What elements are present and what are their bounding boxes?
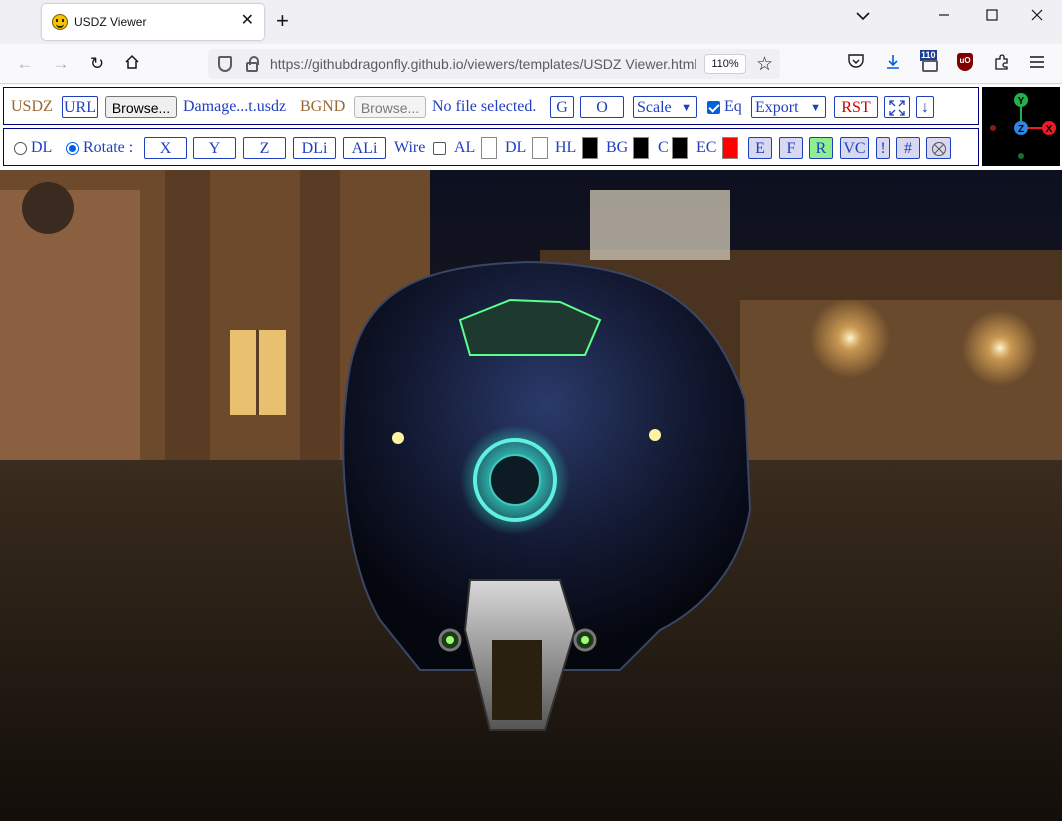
url-text[interactable]: https://githubdragonfly.github.io/viewer… <box>270 56 696 72</box>
back-icon[interactable]: ← <box>15 54 35 74</box>
expand-icon <box>889 100 905 116</box>
bang-button[interactable]: ! <box>876 137 890 159</box>
gizmo-y-label: Y <box>1018 96 1025 107</box>
gizmo-z-label: Z <box>1018 124 1024 135</box>
pocket-icon[interactable] <box>846 54 866 74</box>
close-window-icon[interactable] <box>1031 8 1043 26</box>
ublock-origin-icon[interactable]: uO <box>957 53 973 71</box>
c-label: C <box>658 139 669 156</box>
export-select-value: Export <box>755 99 799 116</box>
dl-color-swatch[interactable] <box>532 137 548 159</box>
nav-bar: ← → ↻ https://githubdragonfly.github.io/… <box>0 44 1062 84</box>
c-color-swatch[interactable] <box>672 137 688 159</box>
dli-button[interactable]: DLi <box>293 137 336 159</box>
extensions-puzzle-icon[interactable] <box>992 54 1012 74</box>
hl-color-swatch[interactable] <box>582 137 598 159</box>
tab-strip: USDZ Viewer ✕ + <box>0 0 1062 44</box>
home-icon[interactable] <box>122 54 142 74</box>
bgnd-browse-button[interactable]: Browse... <box>354 96 426 118</box>
eq-checkbox[interactable] <box>707 101 720 114</box>
dl-radio-label: DL <box>31 139 53 156</box>
usdz-browse-button[interactable]: Browse... <box>105 96 177 118</box>
new-tab-icon[interactable]: + <box>276 10 289 32</box>
zoom-level[interactable]: 110% <box>704 54 746 74</box>
hl-label: HL <box>555 139 577 156</box>
scale-select-value: Scale <box>637 99 672 116</box>
al-color-swatch[interactable] <box>481 137 497 159</box>
dl-radio[interactable] <box>14 142 27 155</box>
rotate-radio-label: Rotate : <box>83 139 134 156</box>
bgnd-label: BGND <box>300 98 346 115</box>
page-content: USDZ URL Browse... Damage...t.usdz BGND … <box>0 85 1062 821</box>
g-button[interactable]: G <box>550 96 574 118</box>
hash-button[interactable]: # <box>896 137 920 159</box>
bookmark-star-icon[interactable]: ☆ <box>756 53 773 76</box>
loaded-file-name: Damage...t.usdz <box>183 98 287 115</box>
dl-label: DL <box>505 139 527 156</box>
eq-label: Eq <box>724 98 742 115</box>
rotate-radio[interactable] <box>66 142 79 155</box>
tab-title: USDZ Viewer <box>74 15 147 29</box>
downloads-icon[interactable] <box>883 54 903 74</box>
reload-icon[interactable]: ↻ <box>87 54 107 74</box>
o-button[interactable]: O <box>580 96 624 118</box>
bg-label: BG <box>606 139 629 156</box>
smiley-favicon-icon <box>52 14 68 30</box>
menu-hamburger-icon[interactable] <box>1027 54 1047 74</box>
r-button[interactable]: R <box>809 137 833 159</box>
down-arrow-button[interactable]: ↓ <box>916 96 934 118</box>
toolbar-row-1: USDZ URL Browse... Damage...t.usdz BGND … <box>3 87 979 125</box>
3d-viewport-canvas[interactable] <box>0 170 1062 821</box>
usdz-label: USDZ <box>11 98 53 115</box>
export-select[interactable]: Export ▼ <box>751 96 826 118</box>
chevron-down-icon: ▼ <box>810 102 821 114</box>
clear-x-icon <box>931 142 946 156</box>
maximize-icon[interactable] <box>986 8 998 26</box>
tab-usdz-viewer[interactable]: USDZ Viewer ✕ <box>42 4 264 40</box>
forward-icon[interactable]: → <box>51 54 71 74</box>
tracking-shield-icon[interactable] <box>218 56 232 72</box>
wire-checkbox[interactable] <box>433 142 446 155</box>
chevron-down-icon: ▼ <box>681 102 692 114</box>
gizmo-x-label: X <box>1046 124 1053 135</box>
e-button[interactable]: E <box>748 137 772 159</box>
close-tab-icon[interactable]: ✕ <box>241 13 254 29</box>
ec-label: EC <box>696 139 717 156</box>
rotate-y-button[interactable]: Y <box>193 137 236 159</box>
vc-button[interactable]: VC <box>840 137 869 159</box>
scale-select[interactable]: Scale ▼ <box>633 96 697 118</box>
extension-110-icon[interactable]: 110 <box>920 50 940 72</box>
fullscreen-button[interactable] <box>884 96 910 118</box>
toolbar-row-2: DL Rotate : X Y Z DLi ALi Wire AL DL HL … <box>3 128 979 166</box>
axes-gizmo[interactable]: Y X Z <box>982 87 1060 166</box>
rotate-z-button[interactable]: Z <box>243 137 286 159</box>
al-label: AL <box>454 139 476 156</box>
url-button[interactable]: URL <box>62 96 98 118</box>
minimize-icon[interactable] <box>938 8 950 26</box>
bgnd-file-status: No file selected. <box>432 98 537 115</box>
rst-button[interactable]: RST <box>834 96 878 118</box>
f-button[interactable]: F <box>779 137 803 159</box>
lock-icon[interactable] <box>246 56 259 72</box>
url-bar[interactable]: https://githubdragonfly.github.io/viewer… <box>208 49 780 79</box>
ali-button[interactable]: ALi <box>343 137 386 159</box>
clear-button[interactable] <box>926 137 951 159</box>
bg-color-swatch[interactable] <box>633 137 649 159</box>
scene-render <box>0 170 1062 821</box>
tab-list-chevron-icon[interactable] <box>856 8 870 26</box>
wire-label: Wire <box>394 139 426 156</box>
ec-color-swatch[interactable] <box>722 137 738 159</box>
rotate-x-button[interactable]: X <box>144 137 187 159</box>
